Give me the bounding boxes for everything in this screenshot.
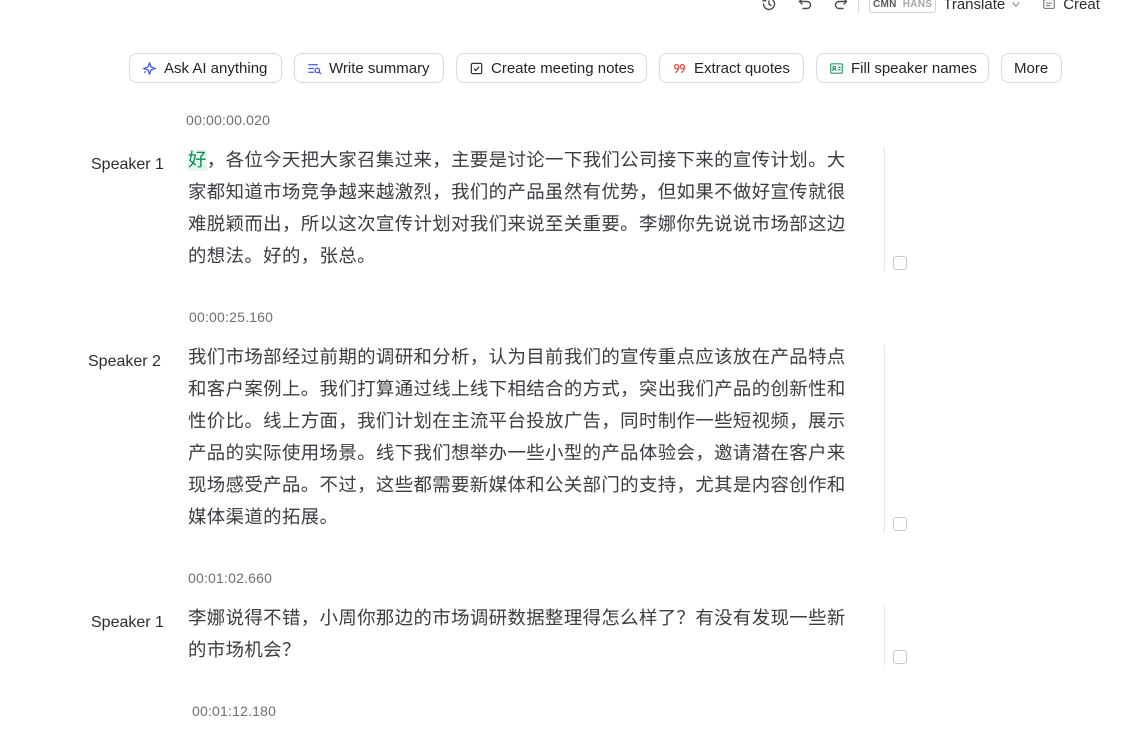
document-icon bbox=[1043, 0, 1055, 9]
segment-timestamp[interactable]: 00:01:12.180 bbox=[192, 703, 276, 719]
extract-quotes-label: Extract quotes bbox=[694, 59, 790, 77]
toolbar-divider bbox=[858, 0, 859, 13]
segment-text-body: ，各位今天把大家召集过来，主要是讨论一下我们公司接下来的宣传计划。大家都知道市场… bbox=[188, 150, 846, 267]
segment-checkbox[interactable] bbox=[893, 256, 907, 270]
history-icon[interactable] bbox=[760, 0, 778, 13]
summary-icon bbox=[308, 63, 322, 74]
playback-highlight: 好 bbox=[188, 150, 207, 171]
checkbox-icon bbox=[470, 62, 483, 74]
segment-timestamp[interactable]: 00:00:25.160 bbox=[189, 309, 273, 325]
fill-speaker-names-label: Fill speaker names bbox=[851, 59, 977, 77]
write-summary-button[interactable]: Write summary bbox=[294, 53, 444, 83]
language-code-secondary: HANS bbox=[902, 0, 933, 10]
speaker-label[interactable]: Speaker 1 bbox=[91, 156, 164, 174]
chevron-down-icon bbox=[1012, 2, 1021, 7]
language-badge[interactable]: CMN HANS bbox=[869, 0, 937, 13]
segment-divider bbox=[884, 148, 885, 271]
segment-text[interactable]: 好，各位今天把大家召集过来，主要是讨论一下我们公司接下来的宣传计划。大家都知道市… bbox=[188, 145, 852, 273]
fill-speaker-names-button[interactable]: Fill speaker names bbox=[816, 53, 989, 83]
segment-text[interactable]: 我们市场部经过前期的调研和分析，认为目前我们的宣传重点应该放在产品特点和客户案例… bbox=[188, 342, 852, 534]
undo-icon[interactable] bbox=[796, 0, 814, 13]
speaker-label[interactable]: Speaker 2 bbox=[88, 353, 161, 371]
sparkle-icon bbox=[143, 61, 156, 75]
ask-ai-button[interactable]: Ask AI anything bbox=[129, 53, 282, 83]
ask-ai-label: Ask AI anything bbox=[164, 59, 268, 77]
segment-divider bbox=[884, 606, 885, 665]
create-button-label: Creat bbox=[1063, 0, 1100, 13]
top-toolbar: CMN HANS Translate Creat bbox=[760, 0, 1100, 16]
segment-text[interactable]: 李娜说得不错，小周你那边的市场调研数据整理得怎么样了？有没有发现一些新的市场机会… bbox=[188, 603, 852, 667]
id-card-icon bbox=[830, 62, 843, 74]
create-meeting-notes-label: Create meeting notes bbox=[491, 59, 635, 77]
create-button[interactable]: Creat bbox=[1042, 0, 1100, 13]
speaker-label[interactable]: Speaker 1 bbox=[91, 614, 164, 632]
write-summary-label: Write summary bbox=[329, 59, 430, 77]
segment-checkbox[interactable] bbox=[893, 517, 907, 531]
segment-timestamp[interactable]: 00:00:00.020 bbox=[186, 112, 270, 128]
extract-quotes-button[interactable]: Extract quotes bbox=[659, 53, 804, 83]
redo-icon[interactable] bbox=[832, 0, 850, 13]
more-button[interactable]: More bbox=[1001, 53, 1062, 83]
segment-checkbox[interactable] bbox=[893, 650, 907, 664]
language-code-primary: CMN bbox=[873, 0, 897, 10]
create-meeting-notes-button[interactable]: Create meeting notes bbox=[456, 53, 647, 83]
quote-icon bbox=[673, 63, 686, 73]
segment-divider bbox=[884, 345, 885, 532]
segment-timestamp[interactable]: 00:01:02.660 bbox=[188, 570, 272, 586]
more-label: More bbox=[1014, 59, 1049, 77]
transcript-editor: CMN HANS Translate Creat Ask AI anything … bbox=[0, 0, 1129, 729]
translate-dropdown[interactable]: Translate bbox=[943, 0, 1005, 13]
